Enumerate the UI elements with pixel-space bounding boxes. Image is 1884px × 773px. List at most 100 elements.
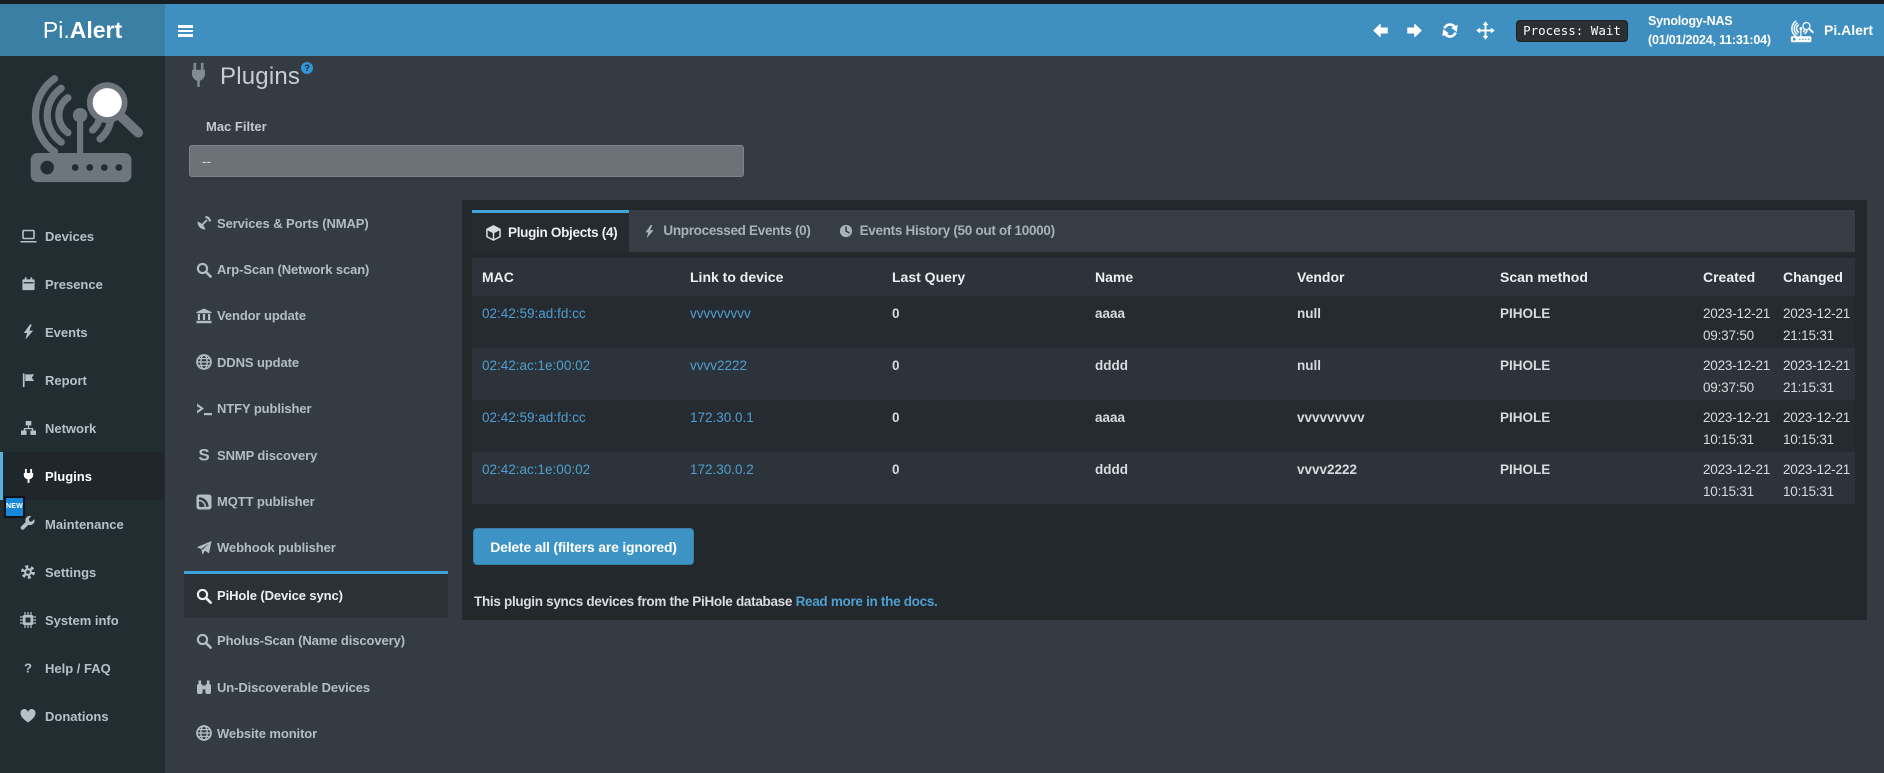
sidebar-item-system-info[interactable]: System info [0, 596, 165, 644]
sidebar-item-label: Devices [45, 229, 94, 244]
col-header-name[interactable]: Name [1085, 258, 1287, 296]
docs-link[interactable]: Read more in the docs. [796, 594, 938, 609]
host-info: Synology-NAS (01/01/2024, 11:31:04) [1648, 12, 1771, 50]
table-row: 02:42:59:ad:fd:cc 172.30.0.1 0 aaaa vvvv… [472, 400, 1855, 452]
plugin-nav-services-ports[interactable]: Services & Ports (NMAP) [184, 200, 448, 246]
forward-arrow-icon[interactable] [1401, 4, 1427, 56]
plugin-nav-vendor-update[interactable]: Vendor update [184, 293, 448, 339]
search-icon [195, 633, 212, 649]
sidebar-item-events[interactable]: Events [0, 308, 165, 356]
user-menu[interactable]: Pi.Alert [1788, 4, 1873, 56]
cell-last-query: 0 [882, 400, 1085, 452]
help-badge[interactable]: ? [301, 62, 313, 74]
device-link[interactable]: vvvvvvvvv [690, 306, 751, 321]
plugin-nav-pihole-device-sync[interactable]: PiHole (Device sync) [184, 571, 448, 617]
cell-changed: 2023-12-2121:15:31 [1773, 348, 1855, 400]
plugin-nav-mqtt-publisher[interactable]: MQTT publisher [184, 478, 448, 524]
binoculars-icon [195, 679, 212, 695]
sidebar-menu: Devices Presence Events Report Network P… [0, 212, 165, 740]
refresh-icon[interactable] [1437, 4, 1463, 56]
col-header-vendor[interactable]: Vendor [1287, 258, 1490, 296]
plugin-nav-label: Services & Ports (NMAP) [217, 216, 369, 231]
sidebar-item-label: System info [45, 613, 119, 628]
plugin-nav-website-monitor[interactable]: Website monitor [184, 710, 448, 756]
bolt-icon [643, 224, 656, 239]
brand-suffix: Alert [70, 17, 122, 43]
col-header-changed[interactable]: Changed [1773, 258, 1855, 296]
tab-unprocessed-events[interactable]: Unprocessed Events (0) [629, 210, 824, 252]
sidebar-item-label: Plugins [45, 469, 92, 484]
search-icon [195, 588, 212, 604]
plugin-nav-webhook-publisher[interactable]: Webhook publisher [184, 525, 448, 571]
tab-label: Unprocessed Events (0) [663, 210, 810, 252]
host-name: Synology-NAS [1648, 12, 1771, 31]
tab-plugin-objects[interactable]: Plugin Objects (4) [472, 210, 629, 252]
brand[interactable]: Pi.Alert [0, 4, 165, 56]
cell-created: 2023-12-2110:15:31 [1693, 452, 1773, 504]
user-label: Pi.Alert [1824, 22, 1873, 38]
plugin-nav-arp-scan[interactable]: Arp-Scan (Network scan) [184, 246, 448, 292]
sidebar-item-network[interactable]: Network [0, 404, 165, 452]
sidebar-item-donations[interactable]: Donations [0, 692, 165, 740]
col-header-last-query[interactable]: Last Query [882, 258, 1085, 296]
col-header-created[interactable]: Created [1693, 258, 1773, 296]
sidebar-item-label: Network [45, 421, 96, 436]
cell-created: 2023-12-2109:37:50 [1693, 348, 1773, 400]
cell-vendor: vvvv2222 [1287, 452, 1490, 504]
plugin-card: Plugin Objects (4) Unprocessed Events (0… [462, 200, 1867, 620]
sidebar-item-label: Events [45, 325, 88, 340]
move-icon[interactable] [1473, 4, 1497, 56]
table-row: 02:42:ac:1e:00:02 172.30.0.2 0 dddd vvvv… [472, 452, 1855, 504]
sidebar-toggle-icon[interactable] [178, 25, 193, 37]
rss-square-icon [195, 494, 212, 510]
sidebar-item-report[interactable]: Report [0, 356, 165, 404]
plugin-nav-label: Website monitor [217, 726, 317, 741]
globe-icon [195, 725, 212, 741]
device-link[interactable]: 172.30.0.1 [690, 410, 754, 425]
cell-changed: 2023-12-2110:15:31 [1773, 452, 1855, 504]
col-header-link[interactable]: Link to device [680, 258, 882, 296]
plugin-nav-label: DDNS update [217, 355, 299, 370]
plug-icon [18, 468, 38, 484]
mac-link[interactable]: 02:42:ac:1e:00:02 [482, 358, 590, 373]
main-content: Plugins ? Mac Filter Services & Ports (N… [165, 56, 1884, 773]
cell-last-query: 0 [882, 296, 1085, 348]
cell-created: 2023-12-2109:37:50 [1693, 296, 1773, 348]
mac-link[interactable]: 02:42:59:ad:fd:cc [482, 306, 586, 321]
table-row: 02:42:ac:1e:00:02 vvvv2222 0 dddd null P… [472, 348, 1855, 400]
device-link[interactable]: vvvv2222 [690, 358, 747, 373]
sidebar-item-plugins[interactable]: Plugins [0, 452, 165, 500]
plugin-nav-label: Webhook publisher [217, 540, 336, 555]
sidebar-item-settings[interactable]: Settings [0, 548, 165, 596]
device-link[interactable]: 172.30.0.2 [690, 462, 754, 477]
mac-filter-input[interactable] [189, 145, 744, 177]
col-header-mac[interactable]: MAC [472, 258, 680, 296]
sidebar-item-devices[interactable]: Devices [0, 212, 165, 260]
sidebar-item-help-faq[interactable]: Help / FAQ [0, 644, 165, 692]
back-arrow-icon[interactable] [1367, 4, 1393, 56]
plugin-nav-undiscoverable-devices[interactable]: Un-Discoverable Devices [184, 664, 448, 710]
plugin-nav-ddns-update[interactable]: DDNS update [184, 339, 448, 385]
brand-prefix: Pi. [43, 17, 70, 43]
plugin-nav-label: NTFY publisher [217, 401, 311, 416]
tab-label: Events History (50 out of 10000) [860, 210, 1055, 252]
plugin-nav-snmp-discovery[interactable]: SNMP discovery [184, 432, 448, 478]
process-status-badge: Process: Wait [1516, 20, 1628, 42]
tab-bar: Plugin Objects (4) Unprocessed Events (0… [472, 210, 1855, 252]
new-badge: NEW [4, 496, 25, 518]
delete-all-button[interactable]: Delete all (filters are ignored) [473, 528, 694, 565]
chip-icon [18, 612, 38, 628]
table-row: 02:42:59:ad:fd:cc vvvvvvvvv 0 aaaa null … [472, 296, 1855, 348]
globe-icon [195, 354, 212, 370]
sidebar-item-presence[interactable]: Presence [0, 260, 165, 308]
mac-link[interactable]: 02:42:59:ad:fd:cc [482, 410, 586, 425]
sidebar-item-label: Maintenance [45, 517, 124, 532]
col-header-scan-method[interactable]: Scan method [1490, 258, 1693, 296]
heart-icon [18, 708, 38, 724]
mac-link[interactable]: 02:42:ac:1e:00:02 [482, 462, 590, 477]
bolt-icon [18, 324, 38, 340]
plugin-nav-ntfy-publisher[interactable]: NTFY publisher [184, 386, 448, 432]
plugin-nav-pholus-scan[interactable]: Pholus-Scan (Name discovery) [184, 618, 448, 664]
page-title: Plugins [220, 63, 300, 91]
tab-events-history[interactable]: Events History (50 out of 10000) [825, 210, 1069, 252]
